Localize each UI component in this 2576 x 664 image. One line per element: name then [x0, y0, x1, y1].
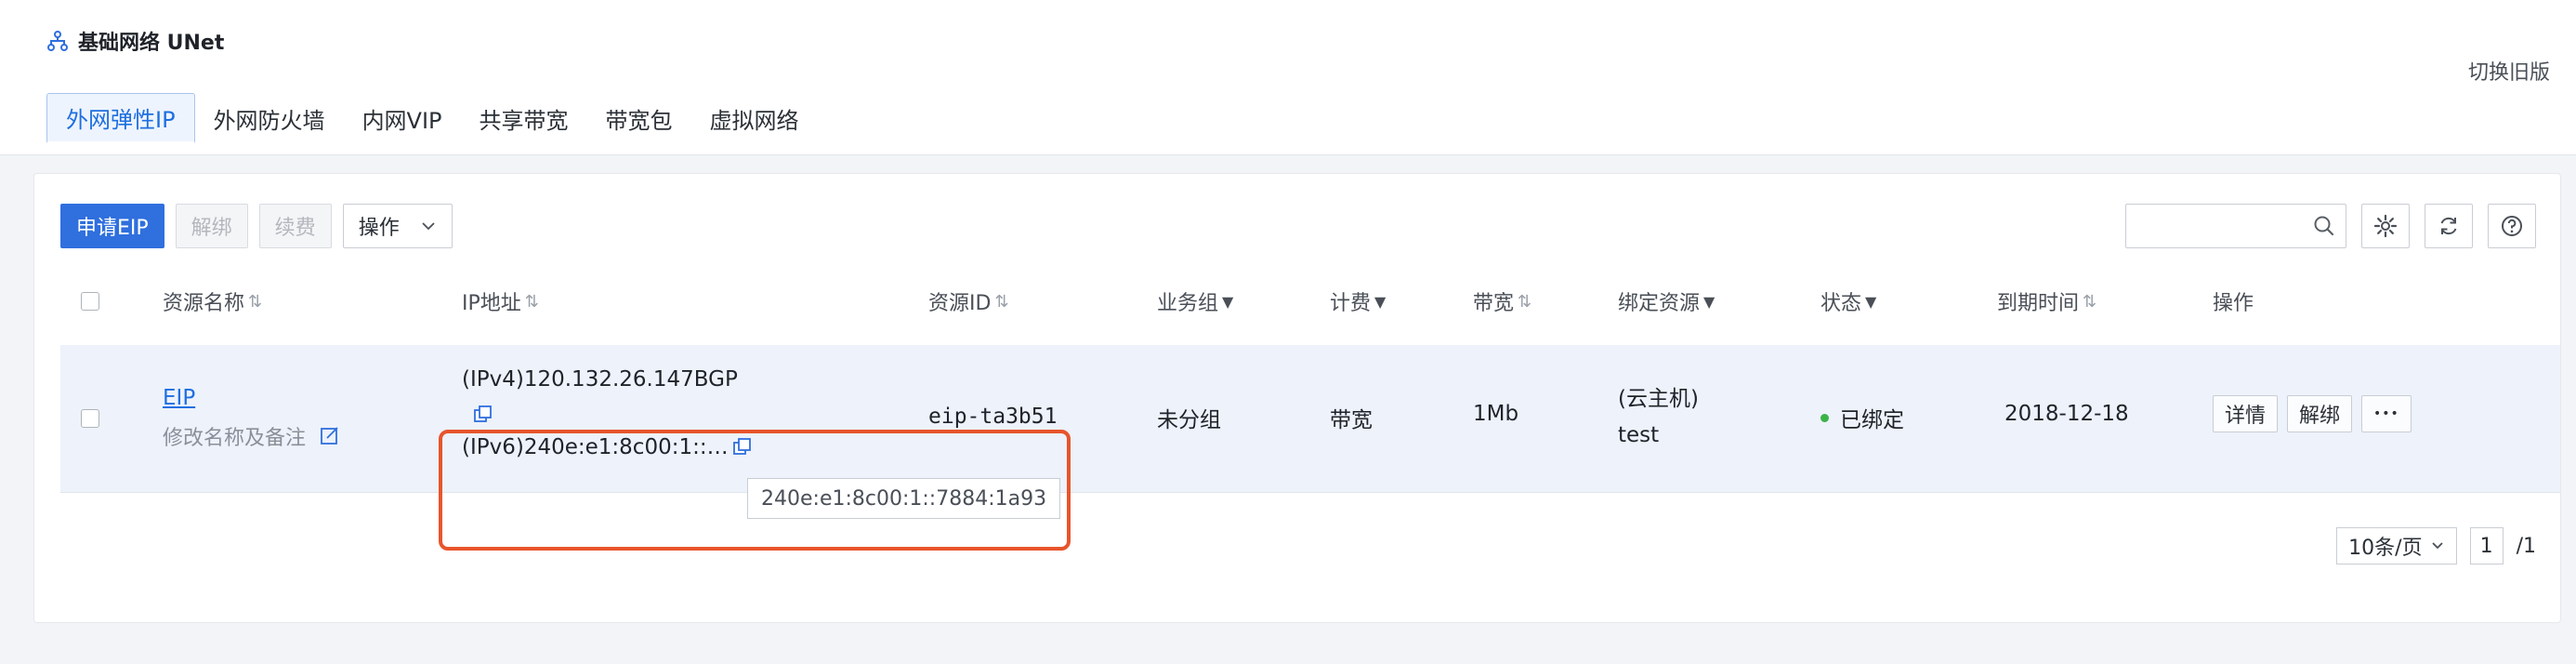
current-page-input[interactable]: 1	[2469, 527, 2504, 564]
search-icon[interactable]	[2312, 214, 2336, 238]
column-bandwidth[interactable]: 带宽 ⇅	[1473, 267, 1531, 336]
column-actions-label: 操作	[2213, 292, 2254, 315]
operations-dropdown[interactable]: 操作	[342, 204, 453, 248]
eip-list-panel: 申请EIP 解绑 续费 操作 资源名称 ⇅ IP地址 ⇅ 资源ID ⇅ 业务组 …	[33, 173, 2561, 623]
billing-type: 带宽	[1330, 408, 1373, 432]
column-status[interactable]: 状态 ▼	[1820, 267, 1876, 336]
tab-virtual-network[interactable]: 虚拟网络	[691, 93, 818, 143]
filter-icon: ▼	[1222, 292, 1234, 311]
ipv6-tooltip: 240e:e1:8c00:1::7884:1a93	[747, 478, 1061, 519]
tab-bandwidth-package[interactable]: 带宽包	[587, 93, 691, 143]
column-name-label: 资源名称	[163, 292, 245, 315]
table-row: EIP 修改名称及备注 (IPv4)120.132.26.147BGP (IPv…	[60, 345, 2560, 493]
edit-icon	[321, 427, 338, 445]
row-actions: 详情 解绑 •••	[2213, 395, 2412, 432]
column-status-label: 状态	[1820, 292, 1862, 315]
chevron-down-icon	[422, 222, 435, 231]
status-dot-icon	[1820, 413, 1829, 422]
operations-label: 操作	[358, 217, 400, 240]
unbind-button[interactable]: 解绑	[175, 204, 248, 248]
tab-bar: 外网弹性IP 外网防火墙 内网VIP 共享带宽 带宽包 虚拟网络	[46, 93, 818, 145]
filter-icon: ▼	[1865, 292, 1877, 311]
filter-icon: ▼	[1374, 292, 1387, 311]
tab-shared-bandwidth[interactable]: 共享带宽	[461, 93, 587, 143]
bound-resource-name: test	[1618, 423, 1660, 447]
sort-icon: ⇅	[1518, 291, 1532, 312]
search-box	[2125, 204, 2346, 248]
renew-button[interactable]: 续费	[258, 204, 332, 248]
status-label: 已绑定	[1840, 408, 1904, 432]
column-billing-label: 计费	[1330, 292, 1372, 315]
select-all-checkbox[interactable]	[81, 292, 99, 311]
column-ip[interactable]: IP地址 ⇅	[462, 267, 539, 336]
column-business-group[interactable]: 业务组 ▼	[1157, 267, 1233, 336]
pagination: 10条/页 1 /1	[2336, 527, 2536, 564]
page-size-label: 10条/页	[2348, 537, 2423, 560]
settings-button[interactable]	[2361, 204, 2410, 248]
business-group: 未分组	[1157, 408, 1221, 432]
top-header: 基础网络 UNet 切换旧版 外网弹性IP 外网防火墙 内网VIP 共享带宽 带…	[0, 0, 2576, 155]
edit-note-cell[interactable]: 修改名称及备注	[163, 421, 341, 451]
gear-icon	[2373, 214, 2398, 238]
resource-name-link[interactable]: EIP	[163, 386, 195, 410]
column-billing[interactable]: 计费 ▼	[1330, 267, 1386, 336]
sort-icon: ⇅	[2083, 291, 2097, 312]
tab-vip[interactable]: 内网VIP	[344, 93, 461, 143]
network-icon	[47, 31, 68, 51]
toolbar: 申请EIP 解绑 续费 操作	[60, 204, 453, 248]
status-badge: 已绑定	[1820, 402, 1904, 433]
column-actions: 操作	[2213, 267, 2254, 336]
ipv4-address: (IPv4)120.132.26.147BGP	[462, 367, 738, 392]
help-button[interactable]	[2488, 204, 2536, 248]
row-checkbox[interactable]	[81, 409, 99, 428]
brand: 基础网络 UNet	[46, 26, 224, 56]
refresh-button[interactable]	[2425, 204, 2473, 248]
column-business-group-label: 业务组	[1157, 292, 1219, 315]
details-button[interactable]: 详情	[2213, 395, 2279, 432]
copy-icon[interactable]	[732, 437, 753, 458]
copy-icon[interactable]	[473, 405, 493, 425]
column-bound-resource[interactable]: 绑定资源 ▼	[1618, 267, 1715, 336]
column-expire[interactable]: 到期时间 ⇅	[1997, 267, 2096, 336]
chevron-down-icon	[2431, 542, 2443, 550]
edit-note-label: 修改名称及备注	[163, 427, 307, 450]
column-bound-resource-label: 绑定资源	[1618, 292, 1701, 315]
select-all-cell	[81, 267, 99, 336]
column-resource-id[interactable]: 资源ID ⇅	[928, 267, 1009, 336]
ipv6-address: (IPv6)240e:e1:8c00:1::…	[462, 435, 729, 459]
tab-eip[interactable]: 外网弹性IP	[46, 93, 195, 143]
row-unbind-button[interactable]: 解绑	[2287, 395, 2353, 432]
table-header: 资源名称 ⇅ IP地址 ⇅ 资源ID ⇅ 业务组 ▼ 计费 ▼ 带宽 ⇅ 绑定资…	[60, 267, 2560, 336]
refresh-icon	[2440, 217, 2457, 235]
column-bandwidth-label: 带宽	[1473, 292, 1515, 315]
filter-icon: ▼	[1703, 292, 1715, 311]
more-actions-button[interactable]: •••	[2361, 395, 2412, 432]
search-input[interactable]	[2136, 205, 2316, 247]
row-checkbox-cell	[81, 409, 99, 428]
help-icon	[2502, 216, 2522, 236]
sort-icon: ⇅	[524, 291, 539, 312]
tab-firewall[interactable]: 外网防火墙	[195, 93, 344, 143]
column-name[interactable]: 资源名称 ⇅	[163, 267, 262, 336]
column-ip-label: IP地址	[462, 292, 521, 315]
page-size-select[interactable]: 10条/页	[2336, 527, 2457, 564]
column-resource-id-label: 资源ID	[928, 292, 992, 315]
toolbar-right	[2125, 204, 2536, 248]
switch-old-version-link[interactable]: 切换旧版	[2468, 56, 2550, 86]
ipv6-cell: (IPv6)240e:e1:8c00:1::…	[462, 435, 753, 459]
page-title: 基础网络 UNet	[78, 32, 225, 55]
bound-resource-type: (云主机)	[1618, 387, 1699, 411]
column-expire-label: 到期时间	[1997, 292, 2080, 315]
sort-icon: ⇅	[994, 291, 1009, 312]
total-pages: /1	[2516, 534, 2536, 558]
apply-eip-button[interactable]: 申请EIP	[60, 204, 164, 248]
sort-icon: ⇅	[248, 291, 263, 312]
resource-id: eip-ta3b51	[928, 405, 1058, 429]
bandwidth-value: 1Mb	[1473, 402, 1519, 426]
expire-date: 2018-12-18	[2004, 402, 2129, 426]
